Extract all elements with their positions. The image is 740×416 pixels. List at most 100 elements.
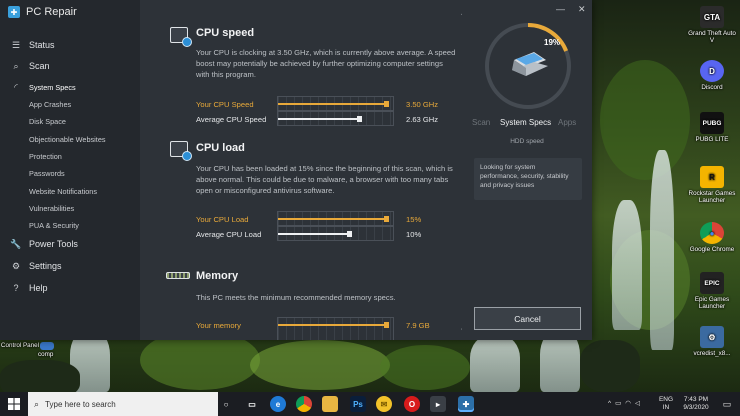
carousel-prev-label: Scan [472,118,491,127]
sidebar-item-passwords[interactable]: Passwords [0,168,140,178]
cpu-speed-average-label: Average CPU Speed [196,115,267,124]
sidebar-item-disk-space[interactable]: Disk Space [0,116,140,126]
cpu-load-average-value: 10% [406,230,422,239]
sidebar-item-scan[interactable]: ⌕ Scan [0,60,140,72]
cpu-load-yours-label: Your CPU Load [196,215,249,224]
cpu-load-average-label: Average CPU Load [196,230,262,239]
shortcut-icon [40,342,54,350]
cpu-speed-icon [170,27,192,47]
section-title-cpu-load: CPU load [196,142,245,154]
file-explorer-icon[interactable] [322,396,338,412]
desktop-icon-epic[interactable]: EPIC Epic Games Launcher [688,272,736,310]
desktop-icon-rockstar[interactable]: R Rockstar Games Launcher [688,166,736,204]
pc-repair-taskbar-icon[interactable]: ✚ [458,396,474,412]
section-title-memory: Memory [196,270,239,282]
cpu-load-yours-bar [277,211,394,226]
opera-icon[interactable]: O [404,396,420,412]
desktop-icon-chrome[interactable]: ● Google Chrome [688,222,736,253]
cpu-load-icon [170,141,192,161]
search-icon: ⌕ [13,60,19,71]
taskbar: ⌕ Type here to search ○ ▭ e Ps ✉ O ▸ ✚ ^… [0,392,740,416]
memory-yours-label: Your memory [196,321,241,330]
volume-icon[interactable]: ◁ [635,400,640,408]
app-title: ✚ PC Repair [8,6,77,18]
sidebar-item-system-specs[interactable]: ◜ System Specs [0,82,140,92]
sidebar-item-vulnerabilities[interactable]: Vulnerabilities [0,203,140,213]
search-placeholder: Type here to search [45,399,116,409]
search-icon: ⌕ [34,398,40,409]
rockstar-icon: R [700,166,724,188]
close-icon[interactable]: ✕ [578,4,586,15]
scan-progress-ring [485,23,571,109]
battery-icon[interactable]: ▭ [615,400,621,408]
carousel-next-label: Apps [558,118,577,127]
chrome-taskbar-icon[interactable] [296,396,312,412]
desktop-icon-pubg[interactable]: PUBG PUBG LITE [688,112,736,143]
task-view-button-icon[interactable]: ▭ [244,396,260,412]
cancel-button[interactable]: Cancel [474,307,581,330]
desktop-icon-comp[interactable]: comp [38,342,78,358]
sidebar-item-objectionable-websites[interactable]: Objectionable Websites [0,134,140,144]
memory-yours-bar [277,317,394,340]
gear-icon: ⚙ [11,260,21,271]
memory-description: This PC meets the minimum recommended me… [196,293,396,302]
sidebar: ✚ PC Repair ☰ Status ⌕ Scan ◜ System Specs … [0,0,140,340]
sidebar-item-website-notifications[interactable]: Website Notifications [0,186,140,196]
scan-hint: Looking for system performance, security… [474,158,582,200]
spinner-icon: ◜ [14,81,18,92]
section-title-cpu-speed: CPU speed [196,27,255,39]
cpu-speed-yours-bar [277,96,394,111]
clock[interactable]: 7:43 PM 9/3/2020 [678,392,714,416]
photoshop-icon[interactable]: Ps [350,396,366,412]
system-tray-icons[interactable]: ^ ▭ ◠ ◁ [604,392,644,416]
cpu-load-description: Your CPU has been loaded at 15% since th… [196,164,453,195]
edge-icon[interactable]: e [270,396,286,412]
pubg-icon: PUBG [700,112,724,134]
sidebar-item-app-crashes[interactable]: App Crashes [0,99,140,109]
windows-icon [8,398,20,410]
notifications-icon[interactable]: ▭ [720,392,734,416]
memory-icon [166,272,190,279]
start-button[interactable] [0,392,28,416]
cpu-speed-yours-label: Your CPU Speed [196,100,254,109]
cpu-speed-average-value: 2.63 GHz [406,115,439,124]
sidebar-item-status[interactable]: ☰ Status [0,39,140,51]
chevron-up-icon[interactable]: ^ [608,400,611,408]
installer-icon: ⚙ [700,326,724,348]
task-view-icon[interactable]: ○ [218,396,234,412]
scan-progress-percent: 19% [544,38,561,47]
sidebar-item-help[interactable]: ? Help [0,283,140,293]
discord-icon: D [700,60,724,82]
epic-games-icon: EPIC [700,272,724,294]
wrench-icon: 🔧 [10,238,22,249]
memory-yours-value: 7.9 GB [406,321,430,330]
pc-repair-window: ✚ PC Repair ☰ Status ⌕ Scan ◜ System Specs … [0,0,592,340]
help-icon: ? [13,283,19,293]
app-coin-icon[interactable]: ✉ [376,396,392,412]
cpu-speed-description: Your CPU is clocking at 3.50 GHz, which … [196,48,456,79]
sidebar-item-protection[interactable]: Protection [0,151,140,161]
minimize-icon[interactable]: — [556,4,565,14]
wifi-icon[interactable]: ◠ [625,400,631,408]
main-content: CPU speed Your CPU is clocking at 3.50 G… [140,0,462,340]
scan-status-panel: — ✕ 19% Scan System Specs Apps HDD speed… [462,0,592,340]
list-icon: ☰ [11,39,21,50]
taskbar-search-box[interactable]: ⌕ Type here to search [28,392,218,416]
gta-icon: GTA [700,6,724,28]
sidebar-item-power-tools[interactable]: 🔧 Power Tools [0,238,140,250]
language-indicator[interactable]: ENG IN [658,392,674,416]
sidebar-item-pua-security[interactable]: PUA & Security [0,220,140,230]
desktop-icon-discord[interactable]: D Discord [688,60,736,91]
cpu-speed-average-bar [277,111,394,126]
laptop-icon [512,52,548,76]
desktop-icon-gta[interactable]: GTA Grand Theft Auto V [688,6,736,44]
carousel-current-label: System Specs [500,118,552,127]
app-terminal-icon[interactable]: ▸ [430,396,446,412]
cpu-speed-yours-value: 3.50 GHz [406,100,439,109]
cpu-load-yours-value: 15% [406,215,422,224]
desktop-icon-vcredist[interactable]: ⚙ vcredist_x8... [688,326,736,357]
chrome-icon: ● [700,222,724,244]
sidebar-item-settings[interactable]: ⚙ Settings [0,260,140,272]
scan-step-label: HDD speed [510,138,544,145]
app-logo-icon: ✚ [8,6,20,18]
